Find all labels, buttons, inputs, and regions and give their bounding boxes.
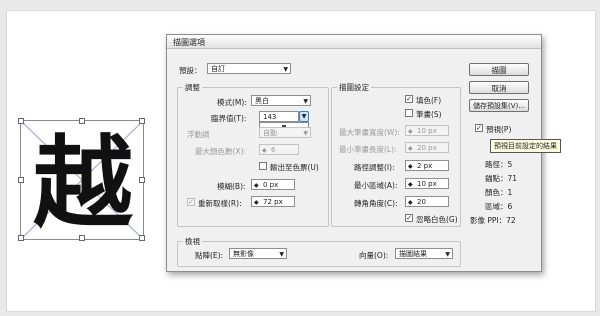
stat-label: 錨點：: [485, 174, 508, 183]
mode-select[interactable]: 黑白 ▼: [251, 95, 311, 106]
dialog-title: 描圖選項: [173, 38, 205, 47]
max-colors-label: 最大顏色數(X):: [195, 147, 247, 156]
preview-tooltip: 預視目前設定的結果: [490, 139, 561, 153]
resize-handle[interactable]: [139, 118, 145, 124]
stepper-icon: ◆: [254, 182, 259, 189]
stat-areas: 區域：6: [485, 201, 512, 212]
stepper-icon: ◆: [408, 128, 413, 135]
resample-label: 重新取樣(R):: [198, 199, 242, 208]
strokes-checkbox[interactable]: [405, 109, 413, 117]
view-group-title: 檢視: [183, 236, 202, 247]
chevron-down-icon: ▼: [279, 251, 284, 258]
stepper-icon: ◆: [408, 181, 413, 188]
stat-anchors: 錨點：71: [485, 173, 517, 184]
path-fitting-label: 路徑調整(I):: [354, 163, 395, 172]
stepper-icon: ◆: [262, 147, 267, 154]
path-fitting-input[interactable]: ◆ 2 px: [405, 160, 449, 171]
fills-checkbox[interactable]: ✓: [405, 95, 413, 103]
corner-angle-label: 轉角角度(C):: [354, 199, 398, 208]
blur-value: 0 px: [263, 181, 279, 189]
stat-paths: 路徑：5: [485, 159, 512, 170]
min-stroke-length-value: 20 px: [417, 144, 437, 152]
resample-input[interactable]: ◆ 72 px: [251, 196, 295, 207]
vector-value: 描圖結果: [399, 250, 427, 258]
stat-value: 1: [507, 188, 513, 197]
preset-value: 自訂: [211, 65, 225, 73]
fills-label: 填色(F): [416, 96, 442, 105]
chevron-down-icon: ▼: [445, 251, 450, 258]
corner-angle-value: 20: [417, 198, 426, 206]
raster-label: 點陣(E):: [195, 251, 224, 260]
resize-handle[interactable]: [18, 118, 24, 124]
raster-select[interactable]: 無影像 ▼: [229, 248, 287, 259]
output-swatches-label: 輸出至色票(U): [270, 163, 319, 172]
traced-glyph: 越: [33, 124, 133, 242]
palette-value: 自動: [263, 129, 277, 137]
threshold-input[interactable]: 143: [259, 111, 299, 122]
strokes-label: 筆畫(S): [416, 110, 442, 119]
trace-button[interactable]: 描圖: [469, 63, 529, 76]
max-colors-input[interactable]: ◆ 6: [259, 144, 299, 155]
stat-value: 6: [507, 202, 513, 211]
mode-label: 模式(M):: [217, 98, 247, 107]
stepper-icon: ◆: [254, 199, 259, 206]
cancel-button[interactable]: 取消: [469, 81, 529, 94]
stat-label: 路徑：: [485, 160, 508, 169]
stat-value: 5: [507, 160, 513, 169]
save-preset-button[interactable]: 儲存預設集(V)...: [469, 99, 529, 112]
tracing-options-dialog: 描圖選項 預設： 自訂 ▼ 調整 模式(M): 黑白 ▼ 臨界值(T): 143 ▼…: [166, 34, 542, 272]
vector-select[interactable]: 描圖結果 ▼: [395, 248, 453, 259]
palette-select[interactable]: 自動 ▼: [259, 127, 311, 138]
min-area-input[interactable]: ◆ 10 px: [405, 178, 449, 189]
min-stroke-length-input[interactable]: ◆ 20 px: [405, 142, 449, 153]
chevron-down-icon: ▼: [303, 98, 308, 105]
chevron-down-icon: ▼: [283, 66, 288, 73]
max-stroke-width-value: 10 px: [417, 127, 437, 135]
chevron-down-icon: ▼: [303, 130, 308, 137]
stepper-icon: ◆: [408, 163, 413, 170]
preset-label: 預設：: [179, 66, 202, 75]
stepper-icon: ◆: [408, 145, 413, 152]
min-area-label: 最小區域(A):: [354, 181, 398, 190]
mode-value: 黑白: [255, 97, 269, 105]
vector-label: 向量(O):: [359, 251, 389, 260]
max-colors-value: 6: [271, 146, 276, 154]
stepper-icon: ◆: [408, 199, 413, 206]
stat-label: 影像 PPI：: [470, 216, 507, 225]
stat-value: 71: [507, 174, 518, 183]
trace-settings-title: 描圖設定: [337, 82, 371, 93]
ignore-white-label: 忽略白色(G): [416, 215, 458, 224]
threshold-label: 臨界值(T):: [211, 114, 247, 123]
min-stroke-length-label: 最小筆畫長度(L):: [339, 145, 397, 154]
resample-value: 72 px: [263, 198, 283, 206]
threshold-value: 143: [263, 113, 277, 121]
palette-label: 浮動調: [187, 130, 210, 139]
output-swatches-checkbox[interactable]: [259, 162, 267, 170]
stat-value: 72: [506, 216, 516, 225]
preview-label: 預視(P): [486, 125, 512, 134]
dialog-titlebar[interactable]: 描圖選項: [167, 35, 541, 49]
preview-checkbox[interactable]: ✓: [475, 124, 483, 132]
min-area-value: 10 px: [417, 180, 437, 188]
resample-checkbox[interactable]: ✓: [187, 198, 195, 206]
threshold-slider-button[interactable]: ▼: [299, 111, 309, 122]
max-stroke-width-input[interactable]: ◆ 10 px: [405, 125, 449, 136]
preset-select[interactable]: 自訂 ▼: [207, 63, 291, 74]
corner-angle-input[interactable]: ◆ 20: [405, 196, 449, 207]
max-stroke-width-label: 最大筆畫寬度(W):: [339, 128, 400, 137]
raster-value: 無影像: [233, 250, 254, 258]
ignore-white-checkbox[interactable]: ✓: [405, 214, 413, 222]
stat-ppi: 影像 PPI：72: [470, 215, 516, 226]
adjust-group-title: 調整: [183, 82, 202, 93]
stat-colors: 顏色：1: [485, 187, 512, 198]
blur-input[interactable]: ◆ 0 px: [251, 179, 295, 190]
stat-label: 顏色：: [485, 188, 508, 197]
stat-label: 區域：: [485, 202, 508, 211]
path-fitting-value: 2 px: [417, 162, 433, 170]
blur-label: 模糊(B):: [217, 182, 246, 191]
